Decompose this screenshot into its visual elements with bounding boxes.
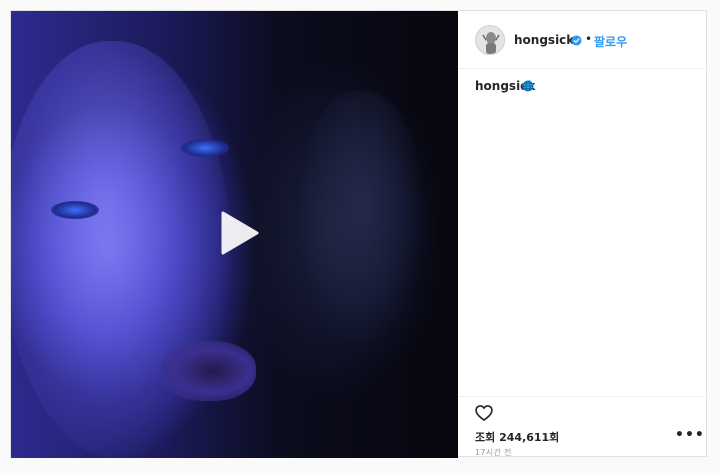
video-frame-eye-right [181, 139, 229, 157]
view-count[interactable]: 조회 244,611회 [475, 429, 559, 445]
follow-button[interactable]: 팔로우 [594, 33, 627, 50]
avatar[interactable] [475, 25, 505, 55]
globe-icon [522, 80, 534, 92]
post-actions: 조회 244,611회 17시간 전 ••• [458, 396, 708, 458]
avatar-image [476, 26, 504, 54]
heart-icon[interactable] [474, 403, 494, 423]
author-username[interactable]: hongsick [514, 33, 574, 47]
separator-dot: • [585, 32, 593, 46]
post-sidebar: hongsick • 팔로우 hongsick 조회 244,611회 17시간… [458, 11, 708, 458]
video-frame-eye-left [51, 201, 99, 219]
more-options-button[interactable]: ••• [675, 427, 705, 443]
video-frame-background-figure [301, 91, 421, 341]
verified-badge-icon [571, 35, 582, 46]
video-frame-mouth [161, 341, 256, 401]
video-player[interactable] [11, 11, 458, 458]
post-card: hongsick • 팔로우 hongsick 조회 244,611회 17시간… [10, 10, 708, 458]
play-icon[interactable] [213, 209, 261, 257]
caption: hongsick [475, 79, 695, 99]
timestamp[interactable]: 17시간 전 [475, 447, 512, 458]
post-header: hongsick • 팔로우 [458, 11, 708, 69]
